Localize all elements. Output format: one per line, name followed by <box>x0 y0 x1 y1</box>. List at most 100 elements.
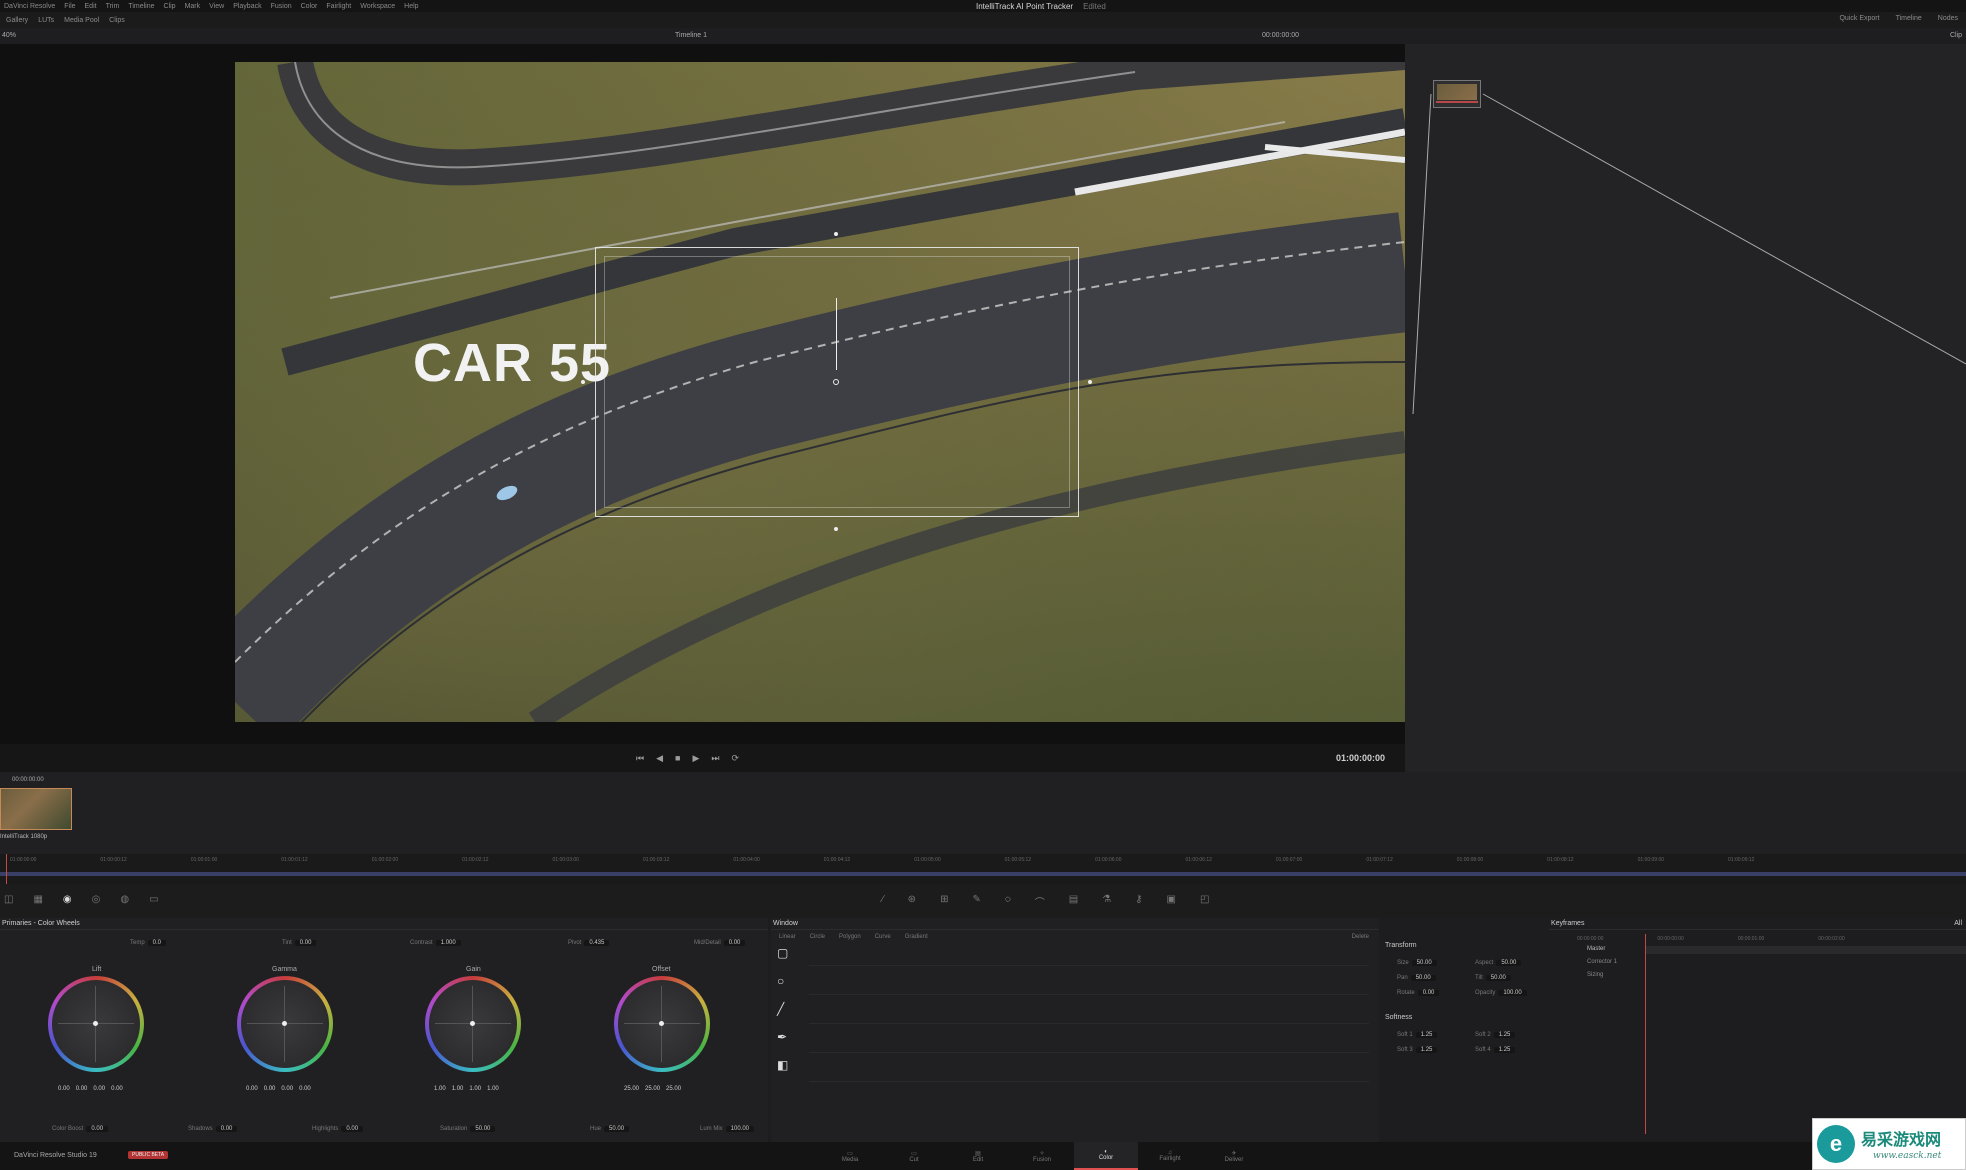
color-match-icon[interactable]: ▦ <box>33 894 42 905</box>
param-soft-3[interactable]: Soft 3 1.25 <box>1397 1047 1438 1053</box>
tracker-handle-bottom[interactable] <box>834 527 838 531</box>
param-aspect[interactable]: Aspect 50.00 <box>1475 960 1522 966</box>
magic-mask-icon[interactable]: ▤ <box>1069 894 1078 909</box>
track-master[interactable]: Master <box>1587 946 1605 952</box>
window-row[interactable] <box>809 1033 1369 1053</box>
param-opacity[interactable]: Opacity 100.00 <box>1475 990 1527 996</box>
param-highlights[interactable]: Highlights 0.00 <box>312 1126 364 1132</box>
page-deliver[interactable]: ✈ Deliver <box>1202 1142 1266 1170</box>
timeline-name[interactable]: Timeline 1 <box>675 32 707 39</box>
menu-item[interactable]: Clip <box>164 3 176 10</box>
menu-item[interactable]: DaVinci Resolve <box>4 3 55 10</box>
param-size[interactable]: Size 50.00 <box>1397 960 1437 966</box>
keyframes-filter[interactable]: All <box>1954 920 1962 927</box>
param-color-boost[interactable]: Color Boost 0.00 <box>52 1126 109 1132</box>
param-soft-2[interactable]: Soft 2 1.25 <box>1475 1032 1516 1038</box>
gamma-values[interactable]: 0.00 0.00 0.00 0.00 <box>246 1086 311 1092</box>
menu-item[interactable]: Timeline <box>128 3 154 10</box>
curve-window-icon[interactable]: ✒ <box>777 1030 788 1044</box>
camera-raw-icon[interactable]: ◫ <box>4 894 13 905</box>
window-tab-curve[interactable]: Curve <box>875 934 891 940</box>
menu-item[interactable]: File <box>64 3 75 10</box>
menu-item[interactable]: Workspace <box>360 3 395 10</box>
clips-button[interactable]: Clips <box>109 17 125 24</box>
keyframe-master-track[interactable] <box>1646 946 1966 954</box>
clip-label[interactable]: Clip <box>1950 32 1962 39</box>
window-tab-circle[interactable]: Circle <box>810 934 825 940</box>
keyframe-playhead[interactable] <box>1645 934 1646 1134</box>
menu-item[interactable]: Help <box>404 3 418 10</box>
mini-timeline[interactable]: 01:00:00:00 01:00:00:12 01:00:01:00 01:00:0… <box>0 854 1966 884</box>
circle-window-icon[interactable]: ○ <box>777 974 788 988</box>
hdr-icon[interactable]: ◎ <box>92 894 101 905</box>
param-tilt[interactable]: Tilt 50.00 <box>1475 975 1511 981</box>
offset-values[interactable]: 25.00 25.00 25.00 <box>624 1086 681 1092</box>
param-mid-detail[interactable]: Mid/Detail 0.00 <box>694 940 746 946</box>
page-fairlight[interactable]: ♫ Fairlight <box>1138 1142 1202 1170</box>
stop-icon[interactable]: ■ <box>675 753 680 764</box>
blur-icon[interactable]: ⚗ <box>1102 894 1111 909</box>
page-media[interactable]: ▭ Media <box>818 1142 882 1170</box>
track-sizing[interactable]: Sizing <box>1587 972 1603 978</box>
gain-wheel[interactable] <box>425 976 521 1072</box>
window-tab-gradient[interactable]: Gradient <box>905 934 928 940</box>
media-pool-button[interactable]: Media Pool <box>64 17 99 24</box>
tracker-handle-right[interactable] <box>1088 380 1092 384</box>
gallery-button[interactable]: Gallery <box>6 17 28 24</box>
eyedropper-icon[interactable]: ✎ <box>972 894 980 909</box>
polygon-window-icon[interactable]: ╱ <box>777 1002 788 1016</box>
param-soft-4[interactable]: Soft 4 1.25 <box>1475 1047 1516 1053</box>
key-icon[interactable]: ⚷ <box>1135 894 1142 909</box>
menu-item[interactable]: Mark <box>185 3 201 10</box>
track-corrector[interactable]: Corrector 1 <box>1587 959 1617 965</box>
gradient-window-icon[interactable]: ◧ <box>777 1058 788 1072</box>
node-editor[interactable] <box>1405 44 1966 772</box>
menu-item[interactable]: Playback <box>233 3 261 10</box>
tracker-icon[interactable]: ⌒ <box>1035 894 1045 909</box>
sizing-icon[interactable]: ▣ <box>1167 894 1176 909</box>
curves-icon[interactable]: ∕ <box>882 894 884 909</box>
window-row[interactable] <box>809 946 1369 966</box>
zoom-level[interactable]: 40% <box>2 32 16 39</box>
delete-window-button[interactable]: Delete <box>1352 934 1369 940</box>
gamma-wheel[interactable] <box>237 976 333 1072</box>
menu-item[interactable]: View <box>209 3 224 10</box>
playhead[interactable] <box>6 854 7 884</box>
param-shadows[interactable]: Shadows 0.00 <box>188 1126 238 1132</box>
tracker-handle-left[interactable] <box>581 380 585 384</box>
overlay-title[interactable]: CAR 55 <box>413 332 611 394</box>
tracker-center-point[interactable] <box>833 379 839 385</box>
color-wheels-icon[interactable]: ◉ <box>63 894 72 905</box>
quick-export-button[interactable]: Quick Export <box>1839 15 1879 22</box>
tracker-handle-top[interactable] <box>834 232 838 236</box>
qualifier-icon[interactable]: ⊞ <box>940 894 948 909</box>
param-lum-mix[interactable]: Lum Mix 100.00 <box>700 1126 755 1132</box>
rgb-mixer-icon[interactable]: ◍ <box>120 894 129 905</box>
lift-wheel[interactable] <box>48 976 144 1072</box>
luts-button[interactable]: LUTs <box>38 17 54 24</box>
page-fusion[interactable]: ✧ Fusion <box>1010 1142 1074 1170</box>
param-soft-1[interactable]: Soft 1 1.25 <box>1397 1032 1438 1038</box>
linear-window-icon[interactable]: ▢ <box>777 946 788 960</box>
tracker-rotate-handle[interactable] <box>836 298 837 370</box>
gain-values[interactable]: 1.00 1.00 1.00 1.00 <box>434 1086 499 1092</box>
play-icon[interactable]: ▶ <box>692 753 699 764</box>
3d-icon[interactable]: ◰ <box>1200 894 1209 909</box>
menu-item[interactable]: Fusion <box>271 3 292 10</box>
param-saturation[interactable]: Saturation 50.00 <box>440 1126 496 1132</box>
param-tint[interactable]: Tint 0.00 <box>282 940 317 946</box>
window-tab-linear[interactable]: Linear <box>779 934 796 940</box>
window-icon[interactable]: ◌ <box>1005 894 1011 909</box>
window-row[interactable] <box>809 1004 1369 1024</box>
param-temp[interactable]: Temp 0.0 <box>130 940 167 946</box>
window-row[interactable] <box>809 1062 1369 1082</box>
play-reverse-icon[interactable]: ◀ <box>656 753 663 764</box>
param-contrast[interactable]: Contrast 1.000 <box>410 940 461 946</box>
window-tab-polygon[interactable]: Polygon <box>839 934 861 940</box>
jump-start-icon[interactable]: ⏮ <box>636 753 644 764</box>
page-color[interactable]: ◐ Color <box>1074 1142 1138 1170</box>
param-pivot[interactable]: Pivot 0.435 <box>568 940 610 946</box>
clip-thumbnail[interactable] <box>0 788 72 830</box>
jump-end-icon[interactable]: ⏭ <box>711 753 719 764</box>
video-frame[interactable]: CAR 55 <box>235 62 1405 722</box>
